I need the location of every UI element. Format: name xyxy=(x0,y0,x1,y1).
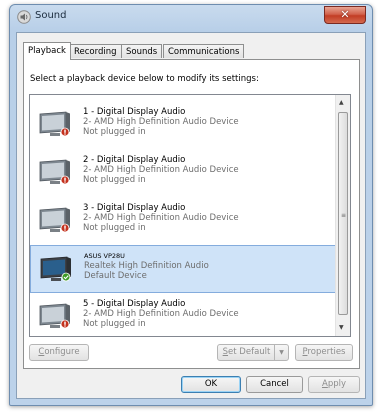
device-status: Not plugged in xyxy=(83,223,146,233)
list-item-device-default[interactable]: ASUS VP28U Realtek High Definition Audio… xyxy=(30,245,336,293)
title-bar[interactable]: Sound ✕ xyxy=(10,5,372,29)
device-name: ASUS VP28U xyxy=(84,252,125,260)
device-driver: 2- AMD High Definition Audio Device xyxy=(83,165,239,175)
device-list[interactable]: 1 - Digital Display Audio 2- AMD High De… xyxy=(29,94,351,337)
list-item-device-5[interactable]: 5 - Digital Display Audio 2- AMD High De… xyxy=(30,293,336,336)
grip-icon: ≡ xyxy=(341,212,347,219)
device-driver: 2- AMD High Definition Audio Device xyxy=(83,213,239,223)
dropdown-arrow-icon[interactable]: ▼ xyxy=(274,345,288,360)
monitor-icon xyxy=(39,303,70,329)
monitor-icon xyxy=(39,207,70,233)
apply-button[interactable]: Apply xyxy=(308,376,360,393)
instruction-text: Select a playback device below to modify… xyxy=(30,74,259,84)
close-icon: ✕ xyxy=(340,8,350,21)
list-item-device-1[interactable]: 1 - Digital Display Audio 2- AMD High De… xyxy=(30,101,336,149)
device-name: 5 - Digital Display Audio xyxy=(83,299,186,309)
close-button[interactable]: ✕ xyxy=(324,6,366,24)
scroll-up-icon[interactable]: ▲ xyxy=(339,99,344,106)
tab-recording[interactable]: Recording xyxy=(69,44,122,58)
speaker-icon xyxy=(17,10,31,24)
list-item-device-3[interactable]: 3 - Digital Display Audio 2- AMD High De… xyxy=(30,197,336,245)
properties-button[interactable]: Properties xyxy=(295,344,353,361)
set-default-button[interactable]: Set Default ▼ xyxy=(217,344,289,361)
scroll-thumb[interactable]: ≡ xyxy=(338,112,348,315)
dialog-body: Playback Recording Sounds Communications… xyxy=(16,32,366,399)
device-status: Not plugged in xyxy=(83,127,146,137)
device-status: Default Device xyxy=(84,271,147,281)
device-name: 2 - Digital Display Audio xyxy=(83,155,186,165)
device-name: 3 - Digital Display Audio xyxy=(83,203,186,213)
window-title: Sound xyxy=(35,10,67,21)
monitor-icon xyxy=(40,256,71,282)
scroll-down-icon[interactable]: ▼ xyxy=(339,324,344,331)
device-driver: 2- AMD High Definition Audio Device xyxy=(83,117,239,127)
device-status: Not plugged in xyxy=(83,175,146,185)
tab-playback[interactable]: Playback xyxy=(23,42,71,60)
list-scrollbar[interactable]: ▲ ≡ ▼ xyxy=(335,95,350,336)
device-driver: 2- AMD High Definition Audio Device xyxy=(83,309,239,319)
configure-button[interactable]: Configure xyxy=(29,344,89,361)
device-driver: Realtek High Definition Audio xyxy=(84,261,209,271)
sound-dialog: Sound ✕ Playback Recording Sounds Commun… xyxy=(9,4,373,406)
device-name: 1 - Digital Display Audio xyxy=(83,107,186,117)
monitor-icon xyxy=(39,111,70,137)
checkmark-icon xyxy=(61,272,71,282)
list-item-partial[interactable] xyxy=(30,335,336,336)
ok-button[interactable]: OK xyxy=(181,376,241,393)
playback-panel: Select a playback device below to modify… xyxy=(23,59,360,369)
tab-sounds[interactable]: Sounds xyxy=(121,44,163,58)
monitor-icon xyxy=(39,159,70,185)
device-status: Not plugged in xyxy=(83,319,146,329)
list-item-device-2[interactable]: 2 - Digital Display Audio 2- AMD High De… xyxy=(30,149,336,197)
cancel-button[interactable]: Cancel xyxy=(246,376,303,393)
tab-communications[interactable]: Communications xyxy=(163,44,245,58)
